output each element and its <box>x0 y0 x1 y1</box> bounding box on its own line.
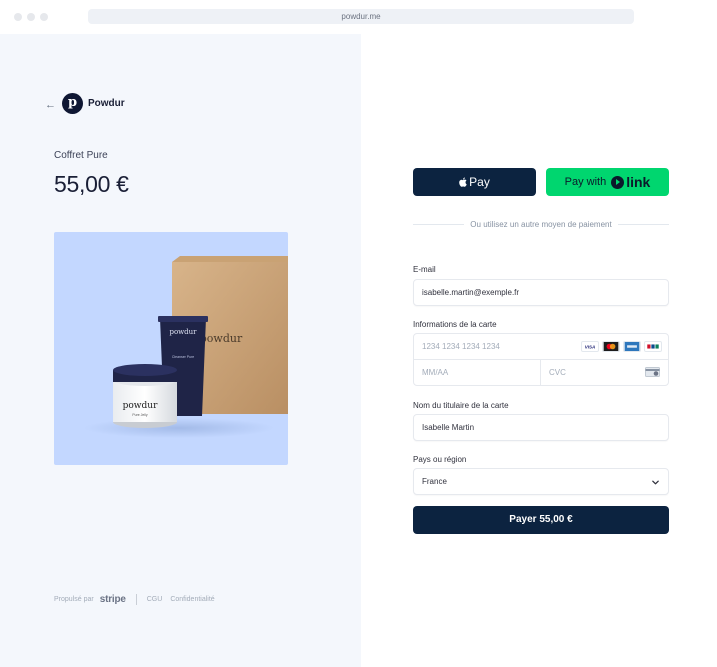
country-label: Pays ou région <box>413 455 467 464</box>
apple-pay-button[interactable]: Pay <box>413 168 536 196</box>
email-label: E-mail <box>413 265 436 274</box>
product-price: 55,00 € <box>54 171 129 197</box>
link-arrow-icon <box>611 175 625 189</box>
window-dot-maximize[interactable] <box>40 13 48 21</box>
merchant-name: Powdur <box>88 98 125 109</box>
link-logo-text: link <box>626 174 651 190</box>
order-summary-panel: ← p Powdur Coffret Pure 55,00 € powdur p… <box>0 34 361 667</box>
apple-icon <box>459 177 467 187</box>
payment-divider: Ou utilisez un autre moyen de paiement <box>413 218 670 230</box>
email-field[interactable]: isabelle.martin@exemple.fr <box>413 279 669 306</box>
jar-brand-text: powdur <box>123 401 158 411</box>
card-info-label: Informations de la carte <box>413 320 497 329</box>
terms-link[interactable]: CGU <box>147 596 163 603</box>
browser-chrome: powdur.me <box>0 0 717 34</box>
privacy-link[interactable]: Confidentialité <box>170 596 214 603</box>
window-dot-minimize[interactable] <box>27 13 35 21</box>
pay-button[interactable]: Payer 55,00 € <box>413 506 669 534</box>
window-controls <box>14 13 48 21</box>
link-pay-button[interactable]: Pay with link <box>546 168 669 196</box>
product-name: Coffret Pure <box>54 150 108 161</box>
powered-by-text: Propulsé par <box>54 596 94 603</box>
tube-label-text: Cleanser Pure <box>172 355 194 359</box>
expiry-placeholder: MM/AA <box>422 368 449 377</box>
footer: Propulsé par stripe CGU Confidentialité <box>54 594 223 605</box>
country-select-value: France <box>422 477 447 486</box>
box-brand-text: powdur <box>200 332 243 345</box>
cvc-field[interactable]: CVC <box>541 360 668 385</box>
visa-icon: VISA <box>581 341 599 352</box>
payment-panel: Pay Pay with link Ou utilisez un autre m… <box>361 34 717 667</box>
product-image: powdur powdur Cleanser Pure powdur Pure … <box>54 232 288 465</box>
window-dot-close[interactable] <box>14 13 22 21</box>
cardholder-label: Nom du titulaire de la carte <box>413 401 509 410</box>
card-brand-logos: VISA <box>581 341 662 352</box>
cvc-card-icon <box>645 367 660 377</box>
cvc-placeholder: CVC <box>549 368 566 377</box>
apple-pay-label: Pay <box>469 175 490 189</box>
svg-text:VISA: VISA <box>585 345 596 350</box>
divider-line-left <box>413 223 465 225</box>
tube-brand-text: powdur <box>169 328 197 336</box>
expiry-field[interactable]: MM/AA <box>414 360 541 385</box>
address-bar[interactable]: powdur.me <box>88 9 634 24</box>
cardholder-name-field[interactable]: Isabelle Martin <box>413 414 669 441</box>
divider-text: Ou utilisez un autre moyen de paiement <box>470 219 612 229</box>
country-select[interactable]: France <box>413 468 669 495</box>
stripe-logo[interactable]: stripe <box>100 594 126 605</box>
back-arrow-icon[interactable]: ← <box>45 100 57 111</box>
jar-label-text: Pure Jelly <box>132 413 148 417</box>
unionpay-icon <box>644 341 662 352</box>
divider-line-right <box>617 223 670 225</box>
amex-icon <box>623 341 641 352</box>
merchant-logo: p <box>62 93 83 114</box>
link-pay-prefix: Pay with <box>564 176 607 188</box>
card-number-placeholder: 1234 1234 1234 1234 <box>422 342 500 351</box>
chevron-down-icon <box>652 480 659 485</box>
mastercard-icon <box>602 341 620 352</box>
footer-divider <box>135 594 137 605</box>
card-info-group: 1234 1234 1234 1234 VISA MM/AA CVC <box>413 333 669 386</box>
